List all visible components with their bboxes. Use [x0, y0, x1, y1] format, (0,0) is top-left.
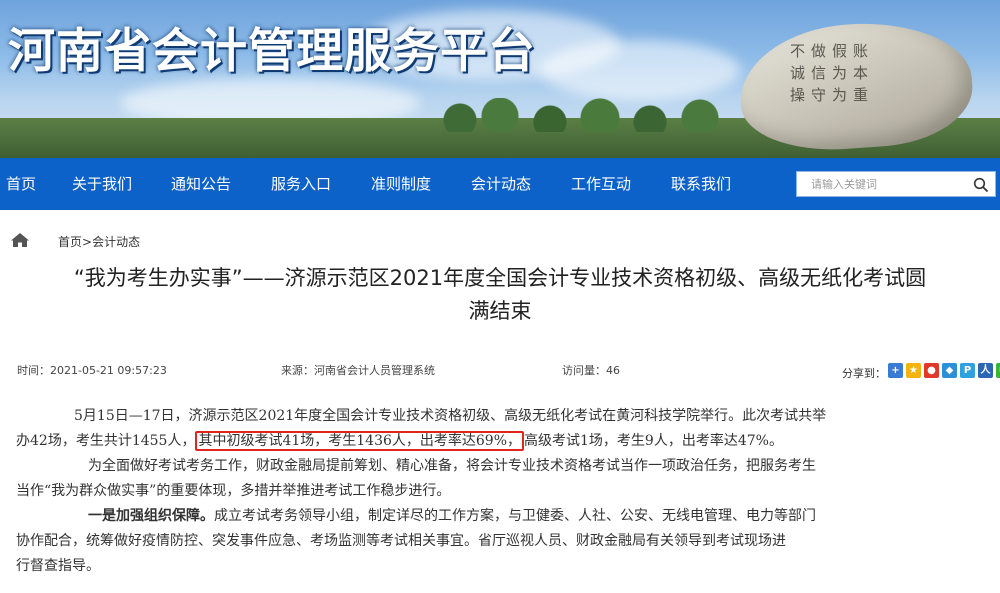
article-source: 来源：河南省会计人员管理系统: [281, 364, 435, 377]
home-icon[interactable]: [10, 232, 30, 248]
paragraph-1-part2: 办42场，考生共计1455人，: [16, 433, 196, 449]
paragraph-2-line2: 当作“我为群众做实事”的重要体现，多措并举推进考试工作稳步进行。: [16, 483, 451, 499]
nav-item-about[interactable]: 关于我们: [72, 158, 132, 210]
stone-inscription: 不做假账 诚信为本 操守为重: [790, 42, 875, 104]
header-banner: 不做假账 诚信为本 操守为重 河南省会计管理服务平台: [0, 0, 1000, 158]
share-wechat-icon[interactable]: ✉: [996, 363, 1000, 378]
article-time: 时间：2021-05-21 09:57:23: [17, 364, 167, 377]
search-icon: [973, 177, 989, 193]
paragraph-3-line3: 行督查指导。: [16, 558, 100, 574]
search-box: [796, 171, 996, 197]
breadcrumb-separator: >: [82, 235, 93, 249]
article-views: 访问量：46: [562, 364, 620, 377]
paragraph-1-line1: 5月15日—17日，济源示范区2021年度全国会计专业技术资格初级、高级无纸化考…: [74, 408, 827, 424]
share-qzone-icon[interactable]: ★: [906, 363, 921, 378]
nav-item-standards[interactable]: 准则制度: [371, 158, 431, 210]
nav-item-news[interactable]: 会计动态: [471, 158, 531, 210]
article-title: “我为考生办实事”——济源示范区2021年度全国会计专业技术资格初级、高级无纸化…: [0, 262, 1000, 328]
search-input[interactable]: [796, 171, 968, 197]
nav-item-notices[interactable]: 通知公告: [171, 158, 231, 210]
share-tencent-weibo-icon[interactable]: ◆: [942, 363, 957, 378]
article-title-line1: “我为考生办实事”——济源示范区2021年度全国会计专业技术资格初级、高级无纸化…: [73, 266, 927, 290]
paragraph-3-line2: 协作配合，统筹做好疫情防控、突发事件应急、考场监测等考试相关事宜。省厅巡视人员、…: [16, 533, 786, 549]
breadcrumb: 首页>会计动态: [58, 233, 140, 250]
breadcrumb-home[interactable]: 首页: [58, 235, 82, 249]
article-body: 5月15日—17日，济源示范区2021年度全国会计专业技术资格初级、高级无纸化考…: [16, 404, 974, 579]
paragraph-2-line1: 为全面做好考试考务工作，财政金融局提前筹划、精心准备，将会计专业技术资格考试当作…: [88, 458, 816, 474]
highlighted-text: 其中初级考试41场，考生1436人，出考率达69%，: [195, 431, 525, 451]
paragraph-3-heading: 一是加强组织保障。: [88, 508, 214, 524]
breadcrumb-current[interactable]: 会计动态: [92, 235, 140, 249]
share-pengyou-icon[interactable]: P: [960, 363, 975, 378]
paragraph-3-line1: 成立考试考务领导小组，制定详尽的工作方案，与卫健委、人社、公安、无线电管理、电力…: [214, 508, 816, 524]
share-more-icon[interactable]: +: [888, 363, 903, 378]
nav-item-home[interactable]: 首页: [6, 158, 36, 210]
paragraph-1: 5月15日—17日，济源示范区2021年度全国会计专业技术资格初级、高级无纸化考…: [16, 404, 974, 454]
article-title-line2: 满结束: [468, 299, 532, 323]
paragraph-3: 一是加强组织保障。成立考试考务领导小组，制定详尽的工作方案，与卫健委、人社、公安…: [16, 504, 974, 579]
nav-item-interaction[interactable]: 工作互动: [571, 158, 631, 210]
site-title: 河南省会计管理服务平台: [8, 24, 536, 79]
share-renren-icon[interactable]: 人: [978, 363, 993, 378]
share-label: 分享到：: [842, 367, 886, 380]
paragraph-2: 为全面做好考试考务工作，财政金融局提前筹划、精心准备，将会计专业技术资格考试当作…: [16, 454, 974, 504]
nav-item-contact[interactable]: 联系我们: [671, 158, 731, 210]
search-button[interactable]: [966, 171, 996, 197]
share-weibo-icon[interactable]: ●: [924, 363, 939, 378]
paragraph-1-part3: 高级考试1场，考生9人，出考率达47%。: [524, 433, 783, 449]
nav-item-services[interactable]: 服务入口: [271, 158, 331, 210]
